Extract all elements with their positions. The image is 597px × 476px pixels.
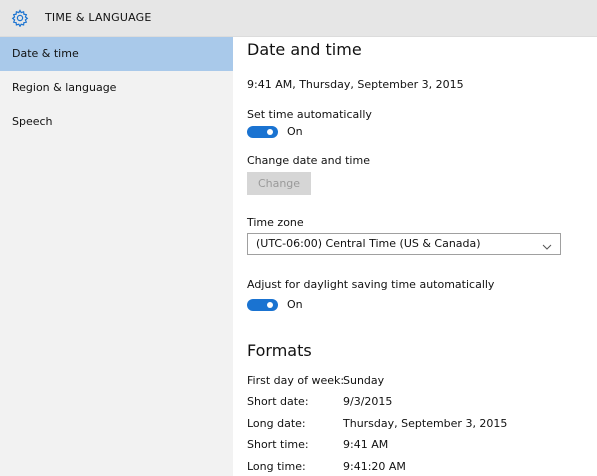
sidebar-item-region-language[interactable]: Region & language bbox=[0, 71, 233, 105]
chevron-down-icon bbox=[542, 239, 552, 250]
dst-state: On bbox=[287, 298, 303, 311]
dst-label: Adjust for daylight saving time automati… bbox=[247, 278, 495, 291]
format-value-short-time: 9:41 AM bbox=[343, 438, 389, 451]
section-title-formats: Formats bbox=[247, 341, 312, 360]
format-label-long-time: Long time: bbox=[247, 460, 306, 473]
set-time-auto-state: On bbox=[287, 125, 303, 138]
set-time-auto-toggle[interactable] bbox=[247, 126, 278, 138]
change-button[interactable]: Change bbox=[247, 172, 311, 195]
timezone-value: (UTC-06:00) Central Time (US & Canada) bbox=[256, 237, 481, 250]
current-datetime: 9:41 AM, Thursday, September 3, 2015 bbox=[247, 78, 464, 91]
timezone-label: Time zone bbox=[247, 216, 304, 229]
toggle-knob bbox=[267, 129, 273, 135]
format-value-first-day: Sunday bbox=[343, 374, 385, 387]
page-title: TIME & LANGUAGE bbox=[45, 11, 152, 24]
toggle-knob bbox=[267, 302, 273, 308]
sidebar: Date & time Region & language Speech bbox=[0, 37, 233, 476]
format-label-short-time: Short time: bbox=[247, 438, 309, 451]
change-date-time-label: Change date and time bbox=[247, 154, 370, 167]
title-bar: TIME & LANGUAGE bbox=[0, 0, 597, 37]
format-value-long-time: 9:41:20 AM bbox=[343, 460, 406, 473]
format-label-first-day: First day of week: bbox=[247, 374, 345, 387]
main-content: Date and time 9:41 AM, Thursday, Septemb… bbox=[233, 37, 597, 476]
format-label-short-date: Short date: bbox=[247, 395, 309, 408]
section-title-date-time: Date and time bbox=[247, 40, 362, 59]
gear-icon bbox=[11, 9, 29, 28]
timezone-select[interactable]: (UTC-06:00) Central Time (US & Canada) bbox=[247, 233, 561, 255]
set-time-auto-label: Set time automatically bbox=[247, 108, 372, 121]
sidebar-item-date-time[interactable]: Date & time bbox=[0, 37, 233, 71]
sidebar-item-speech[interactable]: Speech bbox=[0, 105, 233, 139]
format-value-long-date: Thursday, September 3, 2015 bbox=[343, 417, 508, 430]
format-value-short-date: 9/3/2015 bbox=[343, 395, 393, 408]
dst-toggle[interactable] bbox=[247, 299, 278, 311]
format-label-long-date: Long date: bbox=[247, 417, 306, 430]
